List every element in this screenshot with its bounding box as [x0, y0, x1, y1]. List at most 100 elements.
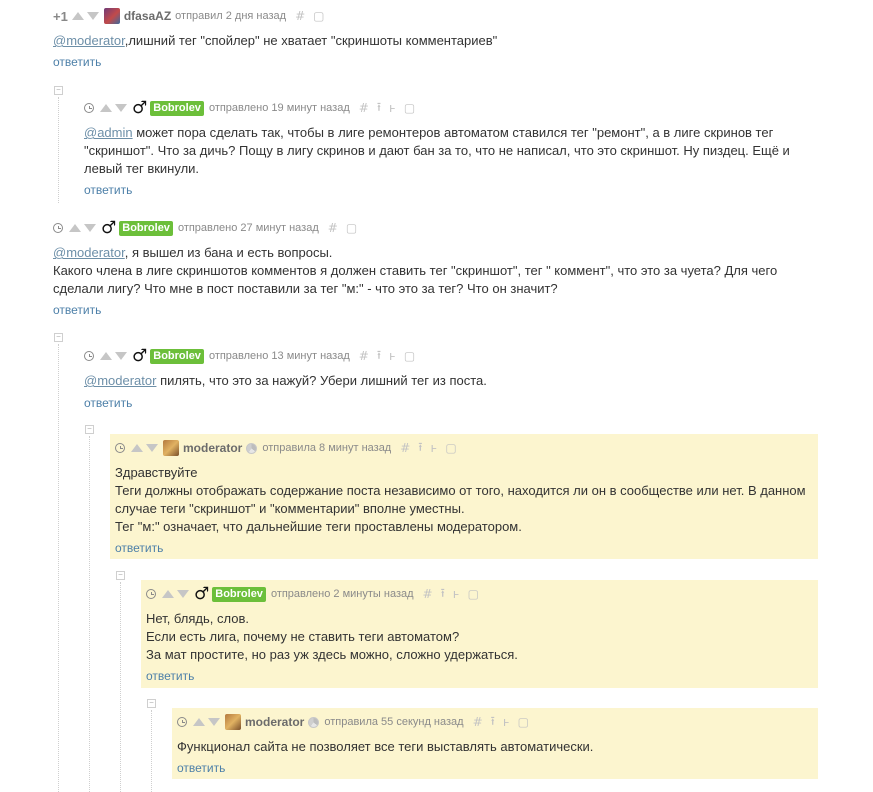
branch-icon[interactable]: ⱶ: [389, 349, 396, 363]
comment-body: @moderator, я вышел из бана и есть вопро…: [53, 244, 777, 298]
permalink-icon[interactable]: #: [400, 441, 410, 455]
comment-time[interactable]: отправила 55 секунд назад: [324, 716, 463, 728]
reply-link[interactable]: ответить: [84, 183, 132, 197]
vote-down-icon[interactable]: [177, 590, 189, 598]
comment-time[interactable]: отправила 8 минут назад: [262, 442, 391, 454]
permalink-icon[interactable]: #: [359, 349, 369, 363]
collapse-toggle[interactable]: −: [116, 571, 125, 580]
clock-icon: [146, 589, 156, 599]
permalink-icon[interactable]: #: [423, 587, 433, 601]
parent-icon[interactable]: ⭱: [377, 346, 381, 367]
save-icon[interactable]: ▢: [518, 715, 529, 729]
vote-up-icon[interactable]: [100, 352, 112, 360]
comment-header: +1 dfasaAZ отправил 2 дня назад # ▢: [53, 8, 332, 24]
save-icon[interactable]: ▢: [445, 441, 456, 455]
thread-line[interactable]: [58, 97, 60, 203]
comment-text: Здравствуйте: [115, 465, 198, 480]
moderator-icon: [308, 716, 320, 728]
branch-icon[interactable]: ⱶ: [431, 441, 438, 455]
comment-time[interactable]: отправлено 27 минут назад: [178, 222, 319, 234]
comment-text: За мат простите, но раз уж здесь можно, …: [146, 647, 518, 662]
vote-down-icon[interactable]: [84, 224, 96, 232]
comment-text: Тег "м:" означает, что дальнейшие теги п…: [115, 519, 522, 534]
permalink-icon[interactable]: #: [328, 221, 338, 235]
vote-down-icon[interactable]: [115, 352, 127, 360]
comment-time[interactable]: отправлено 19 минут назад: [209, 102, 350, 114]
thread-line[interactable]: [89, 436, 91, 792]
vote-up-icon[interactable]: [162, 590, 174, 598]
collapse-toggle[interactable]: −: [54, 86, 63, 95]
avatar[interactable]: [103, 8, 120, 24]
clock-icon: [84, 103, 94, 113]
comment-header: ♂ Bobrolev отправлено 2 минуты назад # ⭱…: [146, 584, 487, 605]
collapse-toggle[interactable]: −: [147, 699, 156, 708]
reply-link[interactable]: ответить: [177, 761, 225, 775]
comment-header: ♂ Bobrolev отправлено 13 минут назад # ⭱…: [84, 346, 423, 367]
comment-body: @moderator пилять, что это за нажуй? Убе…: [84, 372, 487, 390]
vote-up-icon[interactable]: [131, 444, 143, 452]
permalink-icon[interactable]: #: [473, 715, 483, 729]
mention-link[interactable]: @admin: [84, 125, 133, 140]
author-badge[interactable]: Bobrolev: [212, 586, 266, 602]
save-icon[interactable]: ▢: [404, 101, 415, 115]
avatar[interactable]: [163, 440, 179, 456]
parent-icon[interactable]: ⭱: [441, 584, 445, 605]
comment-header: ♂ Bobrolev отправлено 27 минут назад # ▢: [53, 220, 365, 237]
vote-up-icon[interactable]: [71, 12, 84, 20]
branch-icon[interactable]: ⱶ: [503, 715, 510, 729]
reply-link[interactable]: ответить: [115, 541, 163, 555]
author-name[interactable]: dfasaAZ: [124, 9, 171, 23]
comment-time[interactable]: отправлено 2 минуты назад: [271, 588, 414, 600]
thread-line[interactable]: [58, 344, 60, 792]
permalink-icon[interactable]: #: [359, 101, 369, 115]
author-badge[interactable]: Bobrolev: [119, 220, 173, 236]
comment-time[interactable]: отправлено 13 минут назад: [209, 350, 350, 362]
comment-text: Теги должны отображать содержание поста …: [115, 483, 806, 498]
reply-link[interactable]: ответить: [53, 55, 101, 69]
save-icon[interactable]: ▢: [313, 9, 324, 23]
vote-down-icon[interactable]: [146, 444, 158, 452]
reply-link[interactable]: ответить: [84, 396, 132, 410]
comment-body: @moderator,лишний тег "спойлер" не хвата…: [53, 32, 497, 50]
permalink-icon[interactable]: #: [295, 9, 305, 23]
branch-icon[interactable]: ⱶ: [389, 101, 396, 115]
thread-line[interactable]: [151, 710, 153, 792]
vote-up-icon[interactable]: [69, 224, 81, 232]
vote-up-icon[interactable]: [100, 104, 112, 112]
parent-icon[interactable]: ⭱: [491, 712, 495, 733]
author-name[interactable]: moderator: [183, 441, 242, 455]
moderator-icon: [246, 442, 258, 454]
save-icon[interactable]: ▢: [346, 221, 357, 235]
branch-icon[interactable]: ⱶ: [453, 587, 460, 601]
parent-icon[interactable]: ⭱: [377, 98, 381, 119]
mention-link[interactable]: @moderator: [84, 373, 156, 388]
vote-up-icon[interactable]: [193, 718, 205, 726]
reply-link[interactable]: ответить: [146, 669, 194, 683]
comment-body: Нет, блядь, слов. Если есть лига, почему…: [146, 610, 518, 664]
comment-body: Функционал сайта не позволяет все теги в…: [177, 738, 593, 756]
vote-down-icon[interactable]: [208, 718, 220, 726]
reply-link[interactable]: ответить: [53, 303, 101, 317]
comment-text: случае теги "скриншот" и "комментарии" в…: [115, 501, 465, 516]
author-badge[interactable]: Bobrolev: [150, 100, 204, 116]
comment-time[interactable]: отправил 2 дня назад: [175, 10, 286, 22]
avatar[interactable]: [225, 714, 241, 730]
male-icon: ♂: [132, 346, 148, 366]
save-icon[interactable]: ▢: [404, 349, 415, 363]
parent-icon[interactable]: ⭱: [418, 438, 422, 459]
clock-icon: [115, 443, 125, 453]
comment-text: левый тег вкинули.: [84, 161, 200, 176]
comment-text: Какого члена в лиге скриншотов комментов…: [53, 263, 778, 278]
author-badge[interactable]: Bobrolev: [150, 348, 204, 364]
comment-header: moderator отправила 8 минут назад # ⭱ ⱶ …: [115, 440, 465, 456]
collapse-toggle[interactable]: −: [85, 425, 94, 434]
thread-line[interactable]: [120, 582, 122, 792]
mention-link[interactable]: @moderator: [53, 33, 125, 48]
male-icon: ♂: [194, 584, 210, 604]
vote-down-icon[interactable]: [115, 104, 127, 112]
vote-down-icon[interactable]: [86, 12, 99, 20]
collapse-toggle[interactable]: −: [54, 333, 63, 342]
author-name[interactable]: moderator: [245, 715, 304, 729]
save-icon[interactable]: ▢: [468, 587, 479, 601]
mention-link[interactable]: @moderator: [53, 245, 125, 260]
